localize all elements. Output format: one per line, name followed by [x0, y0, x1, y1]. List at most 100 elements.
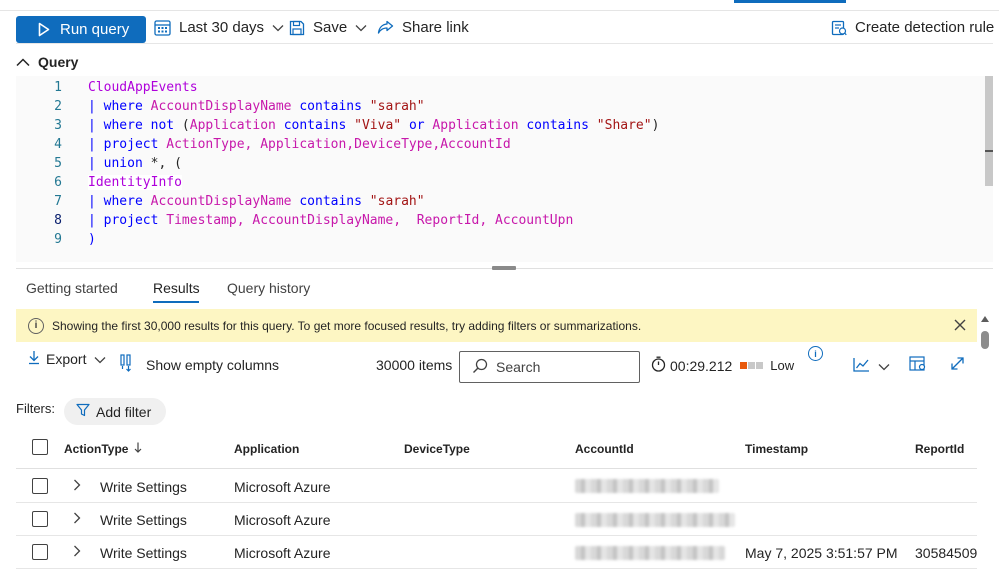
code-text: IdentityInfo — [88, 175, 182, 190]
code-line: 5 | union *, ( — [16, 154, 976, 173]
code-text: ) — [88, 232, 96, 247]
toolbar-divider — [16, 43, 993, 44]
code-line: 7 | where AccountDisplayName contains "s… — [16, 192, 976, 211]
top-divider — [0, 10, 999, 11]
cell-actiontype: Write Settings — [100, 512, 187, 528]
column-header-actiontype[interactable]: ActionType — [64, 442, 142, 456]
scroll-up-arrow[interactable] — [981, 316, 989, 322]
column-header-devicetype[interactable]: DeviceType — [404, 442, 470, 456]
scroll-thumb[interactable] — [981, 331, 989, 349]
show-columns-icon — [120, 354, 138, 375]
detection-rule-icon — [831, 19, 847, 36]
code-line: 2 | where AccountDisplayName contains "s… — [16, 97, 976, 116]
show-empty-columns-label: Show empty columns — [146, 356, 280, 373]
save-dropdown[interactable]: Save — [289, 19, 367, 36]
line-number: 8 — [54, 213, 62, 228]
tab-results[interactable]: Results — [153, 280, 200, 296]
expand-button[interactable] — [950, 356, 965, 374]
tab-query-history[interactable]: Query history — [227, 280, 310, 296]
table-row[interactable]: Write Settings Microsoft Azure May 7, 20… — [16, 536, 977, 569]
editor-scroll-marker — [985, 150, 993, 152]
line-number: 1 — [54, 80, 62, 95]
expand-icon — [950, 356, 965, 374]
line-number: 3 — [54, 118, 62, 133]
filters-label: Filters: — [16, 401, 55, 416]
tab-getting-started[interactable]: Getting started — [26, 280, 118, 296]
share-link-button[interactable]: Share link — [377, 19, 469, 36]
select-all-checkbox[interactable] — [32, 439, 48, 455]
code-line: 1 CloudAppEvents — [16, 78, 976, 97]
chevron-down-icon — [272, 24, 284, 32]
run-query-button[interactable]: Run query — [16, 16, 146, 43]
calendar-icon — [154, 19, 171, 36]
column-header-application[interactable]: Application — [234, 442, 299, 456]
info-icon[interactable]: i — [808, 346, 823, 361]
run-query-label: Run query — [60, 21, 130, 38]
redacted-accountid — [575, 513, 735, 527]
export-label: Export — [46, 351, 87, 367]
add-filter-button[interactable]: Add filter — [64, 398, 166, 425]
query-duration: 00:29.212 Low — [651, 356, 794, 375]
export-dropdown[interactable]: Export — [28, 350, 106, 368]
close-icon[interactable] — [953, 318, 967, 332]
splitter-handle[interactable] — [492, 266, 516, 270]
time-range-label: Last 30 days — [179, 19, 265, 36]
query-editor[interactable]: 1 CloudAppEvents 2 | where AccountDispla… — [16, 76, 993, 262]
row-checkbox[interactable] — [32, 544, 48, 560]
table-row[interactable]: Write Settings Microsoft Azure — [16, 503, 977, 536]
resource-usage-label: Low — [770, 358, 795, 373]
active-nav-indicator — [734, 0, 846, 3]
query-section-toggle[interactable]: Query — [16, 54, 78, 70]
chevron-right-icon[interactable] — [73, 478, 83, 491]
chart-icon — [853, 357, 870, 375]
chart-type-dropdown[interactable] — [853, 357, 890, 375]
column-header-timestamp[interactable]: Timestamp — [745, 442, 808, 456]
code-line: 3 | where not (Application contains "Viv… — [16, 116, 976, 135]
row-checkbox[interactable] — [32, 478, 48, 494]
chevron-right-icon[interactable] — [73, 544, 83, 557]
code-line: 6 IdentityInfo — [16, 173, 976, 192]
cell-application: Microsoft Azure — [234, 479, 331, 495]
cell-application: Microsoft Azure — [234, 512, 331, 528]
line-number: 7 — [54, 194, 62, 209]
search-placeholder: Search — [496, 359, 541, 375]
create-detection-rule-button[interactable]: Create detection rule — [831, 19, 994, 36]
stopwatch-icon — [651, 356, 666, 375]
results-search-input[interactable]: Search — [459, 351, 640, 383]
column-header-reportid[interactable]: ReportId — [915, 442, 964, 456]
time-range-dropdown[interactable]: Last 30 days — [154, 19, 284, 36]
chevron-down-icon — [878, 358, 890, 374]
sort-descending-icon — [134, 442, 142, 456]
code-text: | where AccountDisplayName contains "sar… — [88, 99, 425, 114]
editor-scrollbar[interactable] — [985, 76, 993, 186]
results-scrollbar[interactable] — [981, 316, 989, 573]
search-icon — [460, 358, 488, 377]
code-line: 8 | project Timestamp, AccountDisplayNam… — [16, 211, 976, 230]
column-header-accountid[interactable]: AccountId — [575, 442, 634, 456]
line-number: 9 — [54, 232, 62, 247]
cell-application: Microsoft Azure — [234, 545, 331, 561]
row-checkbox[interactable] — [32, 511, 48, 527]
chevron-right-icon[interactable] — [73, 511, 83, 524]
cell-timestamp: May 7, 2025 3:51:57 PM — [745, 545, 898, 561]
column-options-button[interactable] — [909, 356, 927, 375]
selected-tab-indicator — [153, 301, 199, 303]
query-section-title: Query — [38, 54, 79, 70]
code-line: 4 | project ActionType, Application,Devi… — [16, 135, 976, 154]
table-row[interactable]: Write Settings Microsoft Azure — [16, 470, 977, 503]
show-empty-columns-toggle[interactable]: Show empty columns — [120, 354, 279, 375]
item-count: 30000 items — [376, 357, 453, 373]
code-text: | union *, ( — [88, 156, 182, 171]
share-icon — [377, 20, 394, 35]
chevron-down-icon — [94, 351, 106, 367]
cell-actiontype: Write Settings — [100, 479, 187, 495]
banner-message: Showing the first 30,000 results for thi… — [52, 318, 642, 333]
share-link-label: Share link — [402, 19, 469, 36]
line-number: 4 — [54, 137, 62, 152]
redacted-accountid — [575, 479, 719, 493]
code-text: | where not (Application contains "Viva"… — [88, 118, 660, 133]
resource-usage-indicator — [740, 362, 764, 369]
results-limit-banner: i Showing the first 30,000 results for t… — [16, 309, 977, 342]
code-text: | where AccountDisplayName contains "sar… — [88, 194, 425, 209]
duration-value: 00:29.212 — [670, 357, 733, 374]
